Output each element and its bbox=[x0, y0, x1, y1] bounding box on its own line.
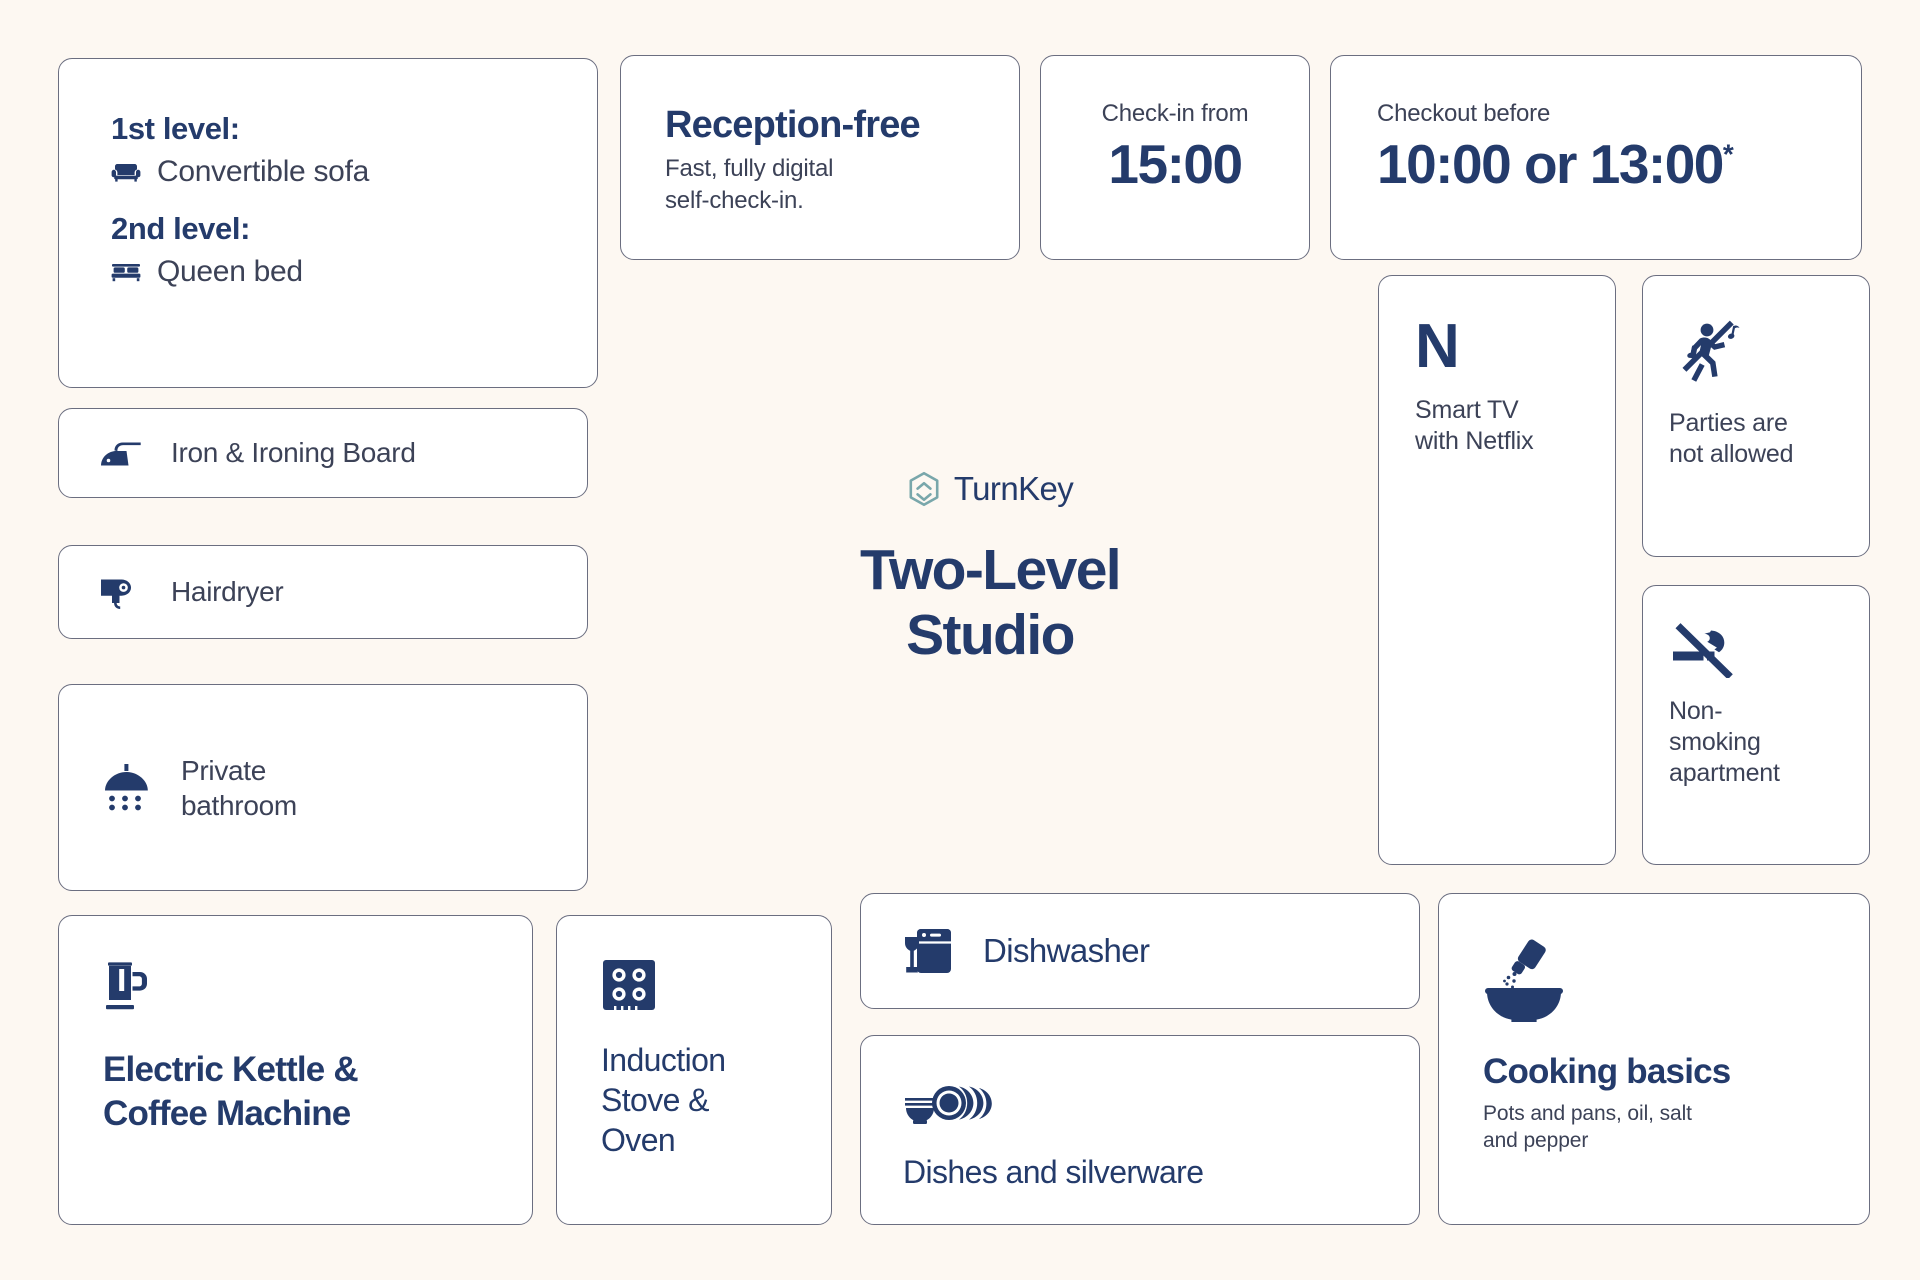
amenities-infographic: 1st level: Convertible sofa 2nd level: Q… bbox=[0, 0, 1920, 1280]
kettle-card: Electric Kettle & Coffee Machine bbox=[58, 915, 533, 1225]
brand-block: TurnKey Two-Level Studio bbox=[780, 470, 1200, 668]
checkout-time-wrap: 10:00 or 13:00* bbox=[1377, 132, 1861, 196]
hairdryer-row: Hairdryer bbox=[59, 546, 587, 638]
smart-tv-label: Smart TV with Netflix bbox=[1415, 395, 1615, 457]
dishwasher-card: Dishwasher bbox=[860, 893, 1420, 1009]
page-title-line2: Studio bbox=[906, 602, 1075, 667]
induction-title: Induction Stove & Oven bbox=[601, 1040, 831, 1160]
kettle-title-line1: Electric Kettle & bbox=[103, 1050, 359, 1089]
no-parties-card: Parties are not allowed bbox=[1642, 275, 1870, 557]
no-parties-icon bbox=[1669, 312, 1869, 390]
no-parties-label-line1: Parties are bbox=[1669, 409, 1788, 437]
levels-card: 1st level: Convertible sofa 2nd level: Q… bbox=[58, 58, 598, 388]
second-level-group: 2nd level: Queen bed bbox=[111, 211, 597, 289]
checkout-card: Checkout before 10:00 or 13:00* bbox=[1330, 55, 1862, 260]
hairdryer-label: Hairdryer bbox=[171, 576, 284, 607]
induction-card: Induction Stove & Oven bbox=[556, 915, 832, 1225]
no-smoking-icon bbox=[1669, 622, 1869, 678]
bathroom-card: Private bathroom bbox=[58, 684, 588, 891]
cooking-basics-title: Cooking basics bbox=[1483, 1052, 1731, 1091]
first-level-heading: 1st level: bbox=[111, 111, 240, 146]
induction-stove-icon bbox=[601, 958, 831, 1016]
hairdryer-icon bbox=[99, 571, 145, 613]
checkout-footnote-marker: * bbox=[1722, 138, 1734, 170]
iron-label: Iron & Ironing Board bbox=[171, 437, 416, 468]
reception-title: Reception-free bbox=[665, 104, 921, 146]
page-title: Two-Level Studio bbox=[780, 538, 1200, 668]
turnkey-hexagon-logo-icon bbox=[907, 471, 941, 507]
check-in-time: 15:00 bbox=[1108, 133, 1243, 195]
bed-icon bbox=[111, 260, 141, 284]
second-level-label: Queen bed bbox=[157, 255, 303, 288]
check-in-label: Check-in from bbox=[1101, 100, 1249, 127]
mortar-salt-icon bbox=[1483, 936, 1869, 1022]
checkout-label: Checkout before bbox=[1377, 100, 1551, 127]
bathroom-label: Private bathroom bbox=[181, 753, 297, 823]
checkout-time: 10:00 or 13:00 bbox=[1377, 133, 1724, 195]
no-smoking-label-line3: apartment bbox=[1669, 759, 1780, 787]
second-level-item: Queen bed bbox=[111, 255, 597, 289]
reception-sub-line1: Fast, fully digital bbox=[665, 155, 834, 182]
reception-sub-line2: self-check-in. bbox=[665, 187, 804, 215]
shower-icon bbox=[99, 760, 155, 816]
check-in-card: Check-in from 15:00 bbox=[1040, 55, 1310, 260]
no-parties-label-line2: not allowed bbox=[1669, 440, 1794, 468]
induction-title-line3: Oven bbox=[601, 1122, 676, 1158]
induction-title-line1: Induction bbox=[601, 1042, 726, 1078]
reception-subtitle: Fast, fully digital self-check-in. bbox=[665, 153, 1019, 217]
page-title-line1: Two-Level bbox=[859, 538, 1122, 602]
no-parties-label: Parties are not allowed bbox=[1669, 408, 1869, 470]
no-smoking-label-line2: smoking bbox=[1669, 728, 1761, 756]
iron-row: Iron & Ironing Board bbox=[59, 409, 587, 497]
smart-tv-label-line2: with Netflix bbox=[1415, 426, 1534, 455]
induction-title-line2: Stove & bbox=[601, 1082, 709, 1118]
dishes-label: Dishes and silverware bbox=[903, 1154, 1204, 1190]
smart-tv-card: N Smart TV with Netflix bbox=[1378, 275, 1616, 865]
iron-card: Iron & Ironing Board bbox=[58, 408, 588, 498]
first-level-item: Convertible sofa bbox=[111, 155, 597, 189]
bathroom-label-line2: bathroom bbox=[181, 789, 297, 821]
dishwasher-row: Dishwasher bbox=[861, 894, 1419, 1008]
kettle-title-line2: Coffee Machine bbox=[103, 1093, 351, 1133]
brand-name: TurnKey bbox=[953, 470, 1074, 507]
no-smoking-label: Non- smoking apartment bbox=[1669, 696, 1869, 789]
first-level-group: 1st level: Convertible sofa bbox=[111, 111, 597, 189]
reception-free-card: Reception-free Fast, fully digital self-… bbox=[620, 55, 1020, 260]
cooking-basics-card: Cooking basics Pots and pans, oil, salt … bbox=[1438, 893, 1870, 1225]
no-smoking-label-line1: Non- bbox=[1669, 697, 1723, 725]
dishwasher-icon bbox=[903, 925, 955, 977]
smart-tv-label-line1: Smart TV bbox=[1415, 395, 1519, 424]
dishes-icon bbox=[903, 1072, 1419, 1128]
second-level-heading: 2nd level: bbox=[111, 211, 250, 246]
cooking-basics-sub-line1: Pots and pans, oil, salt bbox=[1483, 1101, 1692, 1125]
cooking-basics-sub-line2: and pepper bbox=[1483, 1129, 1589, 1153]
dishes-card: Dishes and silverware bbox=[860, 1035, 1420, 1225]
bathroom-row: Private bathroom bbox=[59, 685, 587, 890]
dishwasher-label: Dishwasher bbox=[983, 932, 1150, 969]
bathroom-label-line1: Private bbox=[181, 754, 267, 786]
hairdryer-card: Hairdryer bbox=[58, 545, 588, 639]
kettle-icon bbox=[103, 958, 532, 1020]
first-level-label: Convertible sofa bbox=[157, 155, 369, 188]
sofa-icon bbox=[111, 160, 141, 184]
no-smoking-card: Non- smoking apartment bbox=[1642, 585, 1870, 865]
cooking-basics-subtitle: Pots and pans, oil, salt and pepper bbox=[1483, 1100, 1869, 1155]
level-spacer bbox=[111, 189, 597, 211]
iron-icon bbox=[99, 434, 145, 472]
netflix-n-icon: N bbox=[1415, 312, 1460, 381]
brand-logo-row: TurnKey bbox=[780, 470, 1200, 508]
kettle-title: Electric Kettle & Coffee Machine bbox=[103, 1048, 532, 1136]
